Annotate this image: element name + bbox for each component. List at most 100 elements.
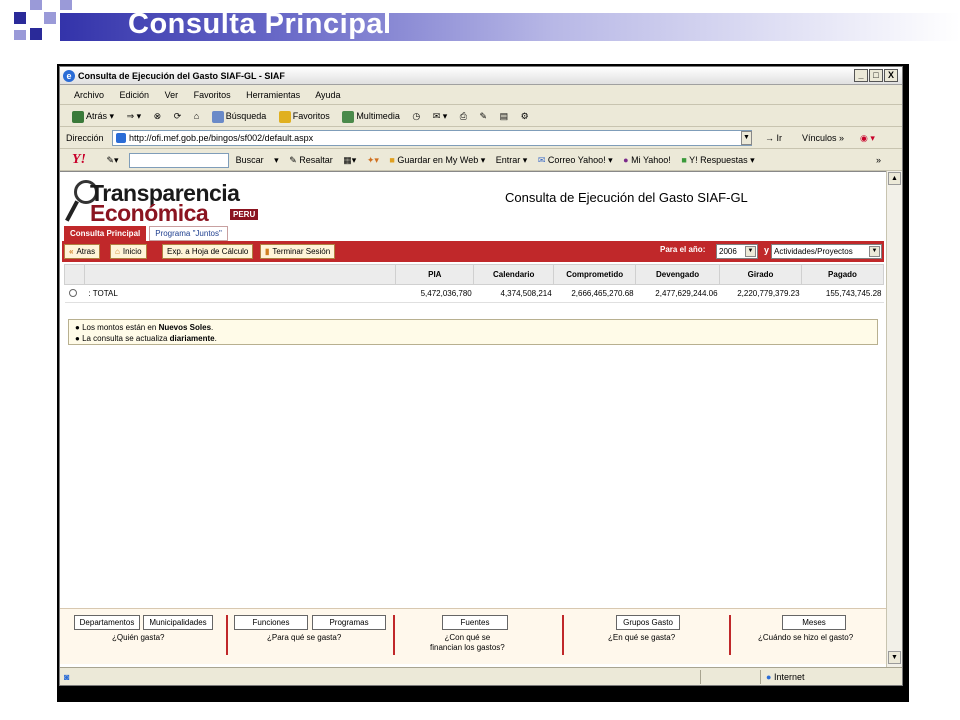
links-button[interactable]: Vínculos » <box>802 127 844 149</box>
close-button[interactable]: X <box>884 69 898 82</box>
yahoo-toolbar: Y! ✎▾ Buscar ▾ ✎ Resaltar ▦▾ ✦▾ ■ Guarda… <box>60 149 902 171</box>
address-dropdown[interactable]: ▼ <box>741 131 752 145</box>
year-label: Para el año: <box>660 245 706 254</box>
table-header[interactable]: PIA <box>395 264 475 285</box>
tab-programa-juntos[interactable]: Programa "Juntos" <box>149 226 228 241</box>
note-text: . <box>211 323 214 332</box>
logout-button[interactable]: ▮ Terminar Sesión <box>260 244 336 259</box>
logout-label: Terminar Sesión <box>272 247 331 256</box>
back-label: Atrás <box>86 111 108 121</box>
menu-archivo[interactable]: Archivo <box>74 90 104 100</box>
table-header[interactable]: Devengado <box>635 264 721 285</box>
favorites-button[interactable]: Favoritos <box>278 105 330 127</box>
entrar-button[interactable]: Entrar ▾ <box>496 149 528 171</box>
stop-icon[interactable]: ⊗ <box>154 105 162 127</box>
page-icon <box>116 133 126 143</box>
table-cell: 2,220,779,379.23 <box>719 284 802 303</box>
address-input[interactable]: http://ofi.mef.gob.pe/bingos/sf002/defau… <box>112 130 752 146</box>
yahoo-search-input[interactable] <box>129 153 230 169</box>
question-funding: ¿Con qué se financian los gastos? <box>430 633 505 653</box>
discuss-icon[interactable]: ▤ <box>500 105 509 127</box>
scroll-down-icon[interactable]: ▼ <box>888 651 901 664</box>
row-radio-cell <box>64 284 85 303</box>
yahoo-logo[interactable]: Y! <box>72 152 86 167</box>
scroll-up-icon[interactable]: ▲ <box>888 172 901 185</box>
minimize-button[interactable]: _ <box>854 69 868 82</box>
view-value: Actividades/Proyectos <box>774 247 853 256</box>
menu-favoritos[interactable]: Favoritos <box>194 90 231 100</box>
globe-icon: ● <box>766 672 772 682</box>
globe-icon[interactable]: ✦▾ <box>367 149 379 171</box>
toolbar-overflow-icon[interactable]: » <box>876 149 881 171</box>
edit-icon[interactable]: ✎ <box>480 105 488 127</box>
row-radio[interactable] <box>68 288 77 297</box>
vertical-scrollbar[interactable]: ▲ ▼ <box>886 171 902 667</box>
yahoo-mail-button[interactable]: ✉ Correo Yahoo! ▾ <box>538 149 613 171</box>
history-icon[interactable]: ◷ <box>412 105 420 127</box>
action-bar: «Atras ⌂ Inicio Exp. a Hoja de Cálculo ▮ T… <box>62 241 884 262</box>
decor-square <box>44 12 56 24</box>
table-header[interactable]: Girado <box>719 264 803 285</box>
table-header[interactable]: Comprometido <box>553 264 637 285</box>
table-header-label <box>83 264 397 285</box>
transparencia-logo: Transparencia Económica PERU <box>64 178 264 226</box>
menu-ver[interactable]: Ver <box>165 90 179 100</box>
municipalidades-button[interactable]: Municipalidades <box>143 615 213 630</box>
table-cell: 5,472,036,780 <box>395 284 474 303</box>
address-url: http://ofi.mef.gob.pe/bingos/sf002/defau… <box>129 133 314 143</box>
mail-icon[interactable]: ✉ ▾ <box>433 105 448 127</box>
back-button[interactable]: Atrás ▾ <box>72 105 114 127</box>
save-myweb-button[interactable]: ■ Guardar en My Web ▾ <box>389 149 485 171</box>
go-button[interactable]: → Ir <box>765 127 782 149</box>
year-value: 2006 <box>719 247 737 256</box>
menu-edicion[interactable]: Edición <box>120 90 150 100</box>
my-yahoo-button[interactable]: ● Mi Yahoo! <box>623 149 671 171</box>
search-button[interactable]: Búsqueda <box>211 105 266 127</box>
question-on-what: ¿En qué se gasta? <box>608 633 676 642</box>
menu-herramientas[interactable]: Herramientas <box>246 90 300 100</box>
note-update: ● La consulta se actualiza diariamente. <box>75 334 217 343</box>
maximize-button[interactable]: □ <box>869 69 883 82</box>
table-header[interactable]: Calendario <box>473 264 555 285</box>
export-button[interactable]: Exp. a Hoja de Cálculo <box>162 244 254 259</box>
note-bold: Nuevos Soles <box>158 323 212 332</box>
ie-icon: e <box>63 70 75 82</box>
year-select[interactable]: 2006 ▼ <box>716 244 758 259</box>
my-yahoo-label: Mi Yahoo! <box>631 155 671 165</box>
yahoo-answers-label: Y! Respuestas <box>689 155 748 165</box>
back-page-button[interactable]: «Atras <box>64 244 101 259</box>
yahoo-search-dropdown[interactable]: ▾ <box>274 149 279 171</box>
table-cell: 2,666,465,270.68 <box>553 284 636 303</box>
departamentos-button[interactable]: Departamentos <box>74 615 140 630</box>
status-divider <box>760 670 761 684</box>
messenger-icon[interactable]: ⚙ <box>521 105 529 127</box>
star-icon <box>278 110 291 123</box>
back-page-label: Atras <box>76 247 96 256</box>
home-icon[interactable]: ⌂ <box>194 105 199 127</box>
tab-consulta-principal[interactable]: Consulta Principal <box>64 226 147 241</box>
note-bold: diariamente <box>169 334 215 343</box>
home-page-button[interactable]: ⌂ Inicio <box>110 244 147 259</box>
print-icon[interactable]: ⎙ <box>460 105 467 127</box>
view-select[interactable]: Actividades/Proyectos ▼ <box>771 244 882 259</box>
pencil-icon[interactable]: ✎▾ <box>107 149 119 171</box>
layout-icon[interactable]: ▦▾ <box>343 149 356 171</box>
yahoo-search-button[interactable]: Buscar <box>236 149 264 171</box>
fuentes-button[interactable]: Fuentes <box>442 615 508 630</box>
funciones-button[interactable]: Funciones <box>234 615 308 630</box>
media-icon <box>342 110 355 123</box>
yahoo-answers-button[interactable]: ■ Y! Respuestas ▾ <box>681 149 754 171</box>
meses-button[interactable]: Meses <box>782 615 846 630</box>
menu-ayuda[interactable]: Ayuda <box>315 90 340 100</box>
table-cell: 2,477,629,244.06 <box>635 284 720 303</box>
table-header[interactable]: Pagado <box>801 264 884 285</box>
address-label: Dirección <box>66 133 104 143</box>
media-button[interactable]: Multimedia <box>342 105 400 127</box>
forward-button[interactable]: ⇒ ▾ <box>127 105 142 127</box>
programas-button[interactable]: Programas <box>312 615 386 630</box>
highlight-button[interactable]: ✎ Resaltar <box>289 149 333 171</box>
grupos-gasto-button[interactable]: Grupos Gasto <box>616 615 680 630</box>
refresh-icon[interactable]: ⟳ <box>174 105 182 127</box>
extra-toolbar-icon[interactable]: ◉ ▾ <box>860 127 875 149</box>
decor-square <box>60 0 72 10</box>
